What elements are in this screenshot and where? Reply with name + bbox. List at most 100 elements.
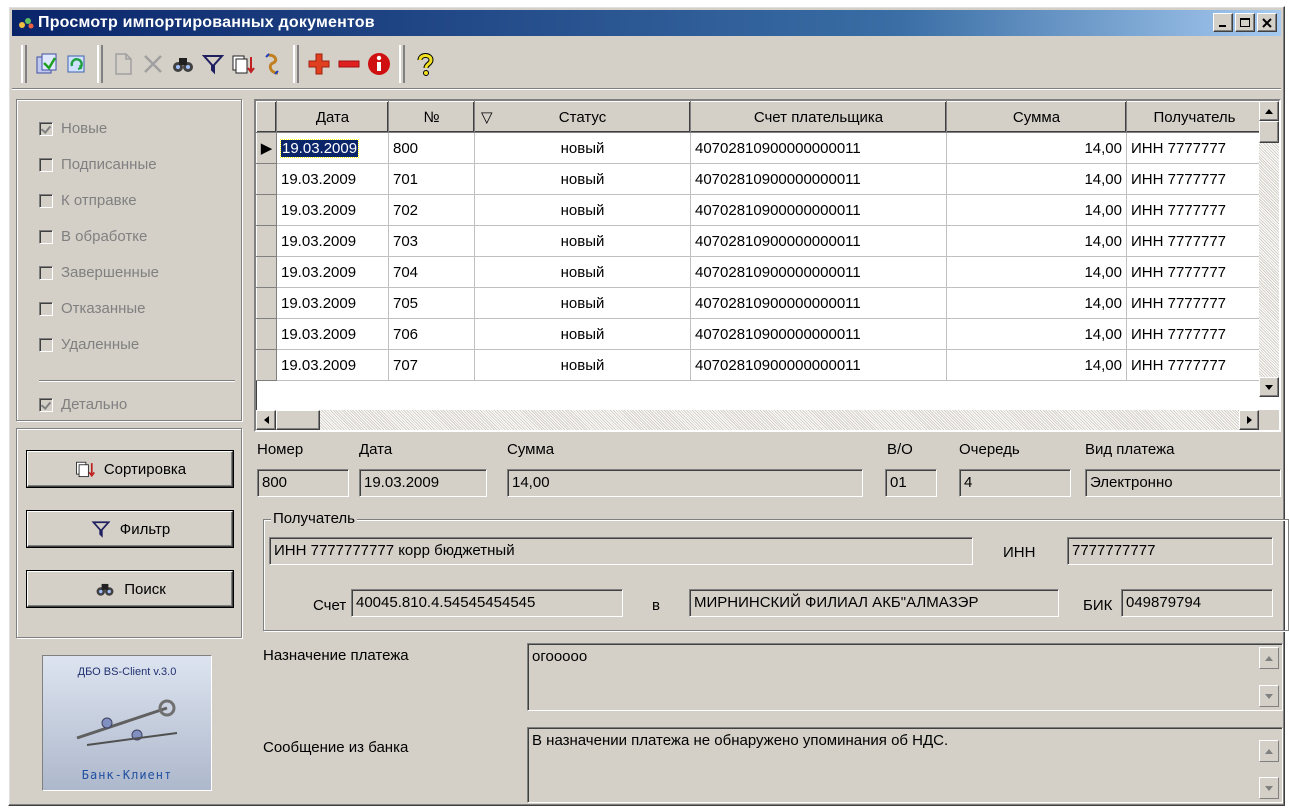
number-field[interactable]: 800 <box>257 469 349 497</box>
cell-date[interactable]: 19.03.2009 <box>276 256 389 288</box>
cell-sum[interactable]: 14,00 <box>946 287 1127 319</box>
scroll-thumb[interactable] <box>276 410 320 430</box>
filter-button[interactable]: Фильтр <box>27 511 233 547</box>
cell-date[interactable]: 19.03.2009 <box>276 318 389 350</box>
vo-field[interactable]: 01 <box>885 469 937 497</box>
documents-grid[interactable]: Дата № ▽ Статус Счет плательщика Сумма П… <box>254 99 1281 432</box>
cell-payer-account[interactable]: 40702810900000000011 <box>690 225 947 257</box>
column-header-recipient[interactable]: Получатель <box>1126 101 1263 133</box>
scroll-left-button[interactable] <box>256 410 276 430</box>
checkbox-new[interactable]: Новые <box>39 120 107 137</box>
cell-sum[interactable]: 14,00 <box>946 225 1127 257</box>
queue-field[interactable]: 4 <box>959 469 1071 497</box>
cell-number[interactable]: 703 <box>388 225 475 257</box>
cell-recipient[interactable]: ИНН 7777777 <box>1126 256 1263 288</box>
date-field[interactable]: 19.03.2009 <box>359 469 487 497</box>
scroll-down-button[interactable] <box>1259 377 1279 397</box>
sum-field[interactable]: 14,00 <box>507 469 863 497</box>
table-row[interactable]: 19.03.2009 705 новый 40702810900000000011 14… <box>256 287 1263 319</box>
purpose-memo[interactable]: огооооо <box>527 643 1283 711</box>
row-indicator[interactable] <box>256 349 277 381</box>
row-indicator[interactable] <box>256 256 277 288</box>
bank-name-field[interactable]: МИРНИНСКИЙ ФИЛИАЛ АКБ"АЛМАЗЭР <box>689 589 1059 617</box>
cell-payer-account[interactable]: 40702810900000000011 <box>690 349 947 381</box>
checkbox[interactable] <box>39 337 53 352</box>
refresh-button[interactable] <box>62 46 92 82</box>
cell-sum[interactable]: 14,00 <box>946 132 1127 164</box>
scroll-up-button[interactable] <box>1259 101 1279 121</box>
cell-number[interactable]: 706 <box>388 318 475 350</box>
memo-scroll-up-button[interactable] <box>1259 740 1279 762</box>
title-bar[interactable]: Просмотр импортированных документов <box>12 10 1281 36</box>
checkbox-completed[interactable]: Завершенные <box>39 264 159 281</box>
cell-sum[interactable]: 14,00 <box>946 256 1127 288</box>
current-row-indicator[interactable]: ▶ <box>256 132 277 164</box>
cell-date[interactable]: 19.03.2009 <box>276 194 389 226</box>
column-header-sum[interactable]: Сумма <box>946 101 1127 133</box>
cell-recipient[interactable]: ИНН 7777777 <box>1126 132 1263 164</box>
cell-sum[interactable]: 14,00 <box>946 194 1127 226</box>
cell-payer-account[interactable]: 40702810900000000011 <box>690 287 947 319</box>
remove-button[interactable] <box>334 46 364 82</box>
cell-payer-account[interactable]: 40702810900000000011 <box>690 256 947 288</box>
toolbar-grip-2[interactable] <box>97 44 103 83</box>
cell-number[interactable]: 707 <box>388 349 475 381</box>
column-header-payer-account[interactable]: Счет плательщика <box>690 101 947 133</box>
close-button[interactable] <box>1257 13 1277 32</box>
new-doc-button[interactable] <box>108 46 138 82</box>
cell-number[interactable]: 800 <box>388 132 475 164</box>
cell-sum[interactable]: 14,00 <box>946 318 1127 350</box>
cell-payer-account[interactable]: 40702810900000000011 <box>690 163 947 195</box>
cell-date[interactable]: 19.03.2009 <box>276 163 389 195</box>
cell-number[interactable]: 701 <box>388 163 475 195</box>
help-button[interactable] <box>410 46 440 82</box>
checkbox[interactable] <box>39 265 53 280</box>
search-button[interactable]: Поиск <box>27 571 233 607</box>
checkbox-to-send[interactable]: К отправке <box>39 192 137 209</box>
cell-number[interactable]: 702 <box>388 194 475 226</box>
table-row[interactable]: 19.03.2009 706 новый 40702810900000000011 14… <box>256 318 1263 350</box>
toolbar-grip[interactable] <box>21 44 27 83</box>
filter-button[interactable] <box>198 46 228 82</box>
table-row[interactable]: ▶ 19.03.2009 800 новый 40702810900000000011 1… <box>256 132 1263 164</box>
cell-number[interactable]: 705 <box>388 287 475 319</box>
maximize-button[interactable] <box>1235 13 1255 32</box>
cell-recipient[interactable]: ИНН 7777777 <box>1126 194 1263 226</box>
cell-number[interactable]: 704 <box>388 256 475 288</box>
grid-vertical-scrollbar[interactable] <box>1259 101 1279 397</box>
scroll-thumb[interactable] <box>1259 121 1279 143</box>
checkbox[interactable] <box>39 193 53 208</box>
checkbox[interactable] <box>39 157 53 172</box>
cell-payer-account[interactable]: 40702810900000000011 <box>690 194 947 226</box>
toolbar-grip-4[interactable] <box>399 44 405 83</box>
checkbox[interactable] <box>39 229 53 244</box>
cell-status[interactable]: новый <box>474 194 691 226</box>
search-button[interactable] <box>168 46 198 82</box>
cell-recipient[interactable]: ИНН 7777777 <box>1126 349 1263 381</box>
table-row[interactable]: 19.03.2009 702 новый 40702810900000000011 14… <box>256 194 1263 226</box>
row-indicator[interactable] <box>256 287 277 319</box>
import-docs-button[interactable] <box>32 46 62 82</box>
cell-status[interactable]: новый <box>474 132 691 164</box>
checkbox[interactable] <box>39 121 53 136</box>
table-row[interactable]: 19.03.2009 707 новый 40702810900000000011 14… <box>256 349 1263 381</box>
cell-status[interactable]: новый <box>474 163 691 195</box>
recipient-name-field[interactable]: ИНН 7777777777 корр бюджетный <box>269 537 973 565</box>
bik-field[interactable]: 049879794 <box>1121 589 1273 617</box>
row-indicator[interactable] <box>256 225 277 257</box>
sort-button[interactable] <box>228 46 258 82</box>
account-field[interactable]: 40045.810.4.54545454545 <box>351 589 623 617</box>
cell-date[interactable]: 19.03.2009 <box>276 349 389 381</box>
cell-status[interactable]: новый <box>474 225 691 257</box>
memo-scroll-up-button[interactable] <box>1259 647 1279 669</box>
row-indicator[interactable] <box>256 194 277 226</box>
cell-payer-account[interactable]: 40702810900000000011 <box>690 318 947 350</box>
memo-scroll-down-button[interactable] <box>1259 777 1279 799</box>
memo-scroll-down-button[interactable] <box>1259 685 1279 707</box>
cell-sum[interactable]: 14,00 <box>946 349 1127 381</box>
checkbox[interactable] <box>39 301 53 316</box>
checkbox-processing[interactable]: В обработке <box>39 228 147 245</box>
column-header-date[interactable]: Дата <box>276 101 389 133</box>
scroll-right-button[interactable] <box>1239 410 1259 430</box>
table-row[interactable]: 19.03.2009 704 новый 40702810900000000011 14… <box>256 256 1263 288</box>
